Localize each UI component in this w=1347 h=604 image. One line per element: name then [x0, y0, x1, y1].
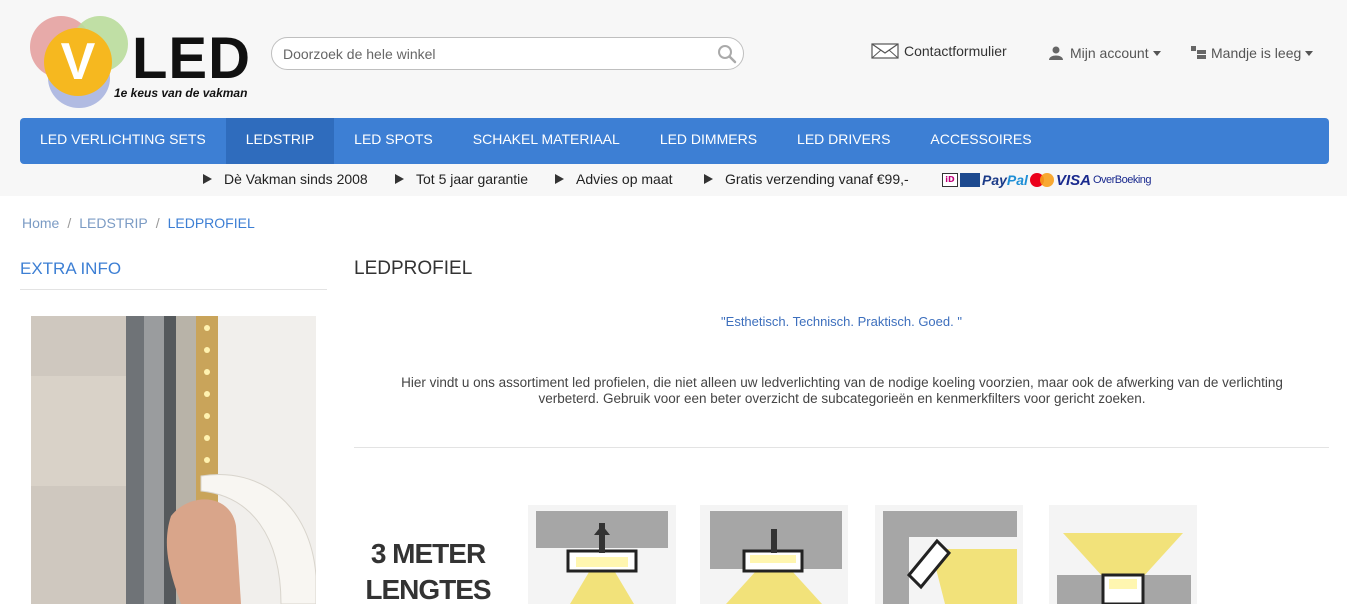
sidebar-image[interactable]	[31, 316, 316, 604]
visa-logo: VISA	[1055, 171, 1091, 189]
search-box	[271, 37, 744, 70]
search-icon[interactable]	[717, 44, 737, 64]
profile-image-recessed[interactable]	[700, 505, 848, 604]
tagline-quote: "Esthetisch. Technisch. Praktisch. Goed.…	[721, 314, 962, 329]
promo-lengths: 3 METER LENGTES	[358, 536, 498, 604]
logo-tagline: 1e keus van de vakman	[114, 86, 248, 100]
breadcrumb-current: LEDPROFIEL	[167, 215, 255, 231]
triangle-bullet-icon	[704, 174, 713, 184]
search-input[interactable]	[272, 38, 692, 69]
usp-text: Dè Vakman sinds 2008	[224, 171, 368, 187]
breadcrumb-home[interactable]: Home	[22, 215, 59, 231]
category-intro: Hier vindt u ons assortiment led profiel…	[358, 375, 1326, 407]
paypal-logo: PayPal	[982, 172, 1028, 188]
mastercard-icon	[1029, 173, 1054, 187]
nav-item-led-dimmers[interactable]: LED DIMMERS	[640, 118, 777, 164]
triangle-bullet-icon	[203, 174, 212, 184]
triangle-bullet-icon	[395, 174, 404, 184]
account-label: Mijn account	[1070, 45, 1149, 61]
chevron-down-icon	[1305, 50, 1314, 56]
nav-item-accessoires[interactable]: ACCESSOIRES	[910, 118, 1051, 164]
user-icon	[1049, 46, 1063, 60]
ideal-icon: iD	[942, 173, 958, 187]
nav-item-ledstrip[interactable]: LEDSTRIP	[225, 118, 335, 164]
envelope-icon	[871, 43, 899, 59]
breadcrumb-separator: /	[155, 215, 160, 231]
profile-image-floor[interactable]	[1049, 505, 1197, 604]
usp-item: Dè Vakman sinds 2008	[203, 171, 368, 187]
intro-line: verbeterd. Gebruik voor een beter overzi…	[538, 391, 1146, 406]
usp-text: Tot 5 jaar garantie	[416, 171, 529, 187]
account-menu[interactable]: Mijn account	[1049, 45, 1161, 61]
nav-item-led-verlichting-sets[interactable]: LED VERLICHTING SETS	[20, 118, 226, 164]
logo-letter: V	[60, 33, 96, 91]
page-title: LEDPROFIEL	[354, 258, 473, 279]
main-nav: LED VERLICHTING SETS LEDSTRIP LED SPOTS …	[20, 118, 1329, 164]
usp-item: Advies op maat	[555, 171, 673, 187]
usp-item: Gratis verzending vanaf €99,-	[704, 171, 909, 187]
contact-link[interactable]: Contactformulier	[871, 43, 1007, 59]
breadcrumb-separator: /	[67, 215, 72, 231]
cart-menu[interactable]: Mandje is leeg	[1191, 45, 1314, 61]
cart-icon	[1191, 46, 1206, 59]
sidebar-divider	[20, 289, 327, 290]
profile-image-surface[interactable]	[528, 505, 676, 604]
triangle-bullet-icon	[555, 174, 564, 184]
breadcrumb: Home / LEDSTRIP / LEDPROFIEL	[22, 215, 255, 231]
logo-wordmark: LED	[132, 26, 251, 91]
nav-item-schakel-materiaal[interactable]: SCHAKEL MATERIAAL	[453, 118, 640, 164]
profile-image-corner[interactable]	[875, 505, 1023, 604]
promo-line: LENGTES	[365, 574, 491, 604]
payment-logos: iD PayPal VISA OverBoeking	[942, 171, 1152, 189]
promo-line: 3 METER	[370, 538, 486, 569]
breadcrumb-ledstrip[interactable]: LEDSTRIP	[79, 215, 147, 231]
chevron-down-icon	[1152, 50, 1161, 56]
logo[interactable]: V LED 1e keus van de vakman	[28, 14, 250, 110]
ledstrip-photo	[31, 316, 316, 604]
cart-label: Mandje is leeg	[1211, 45, 1302, 61]
usp-text: Advies op maat	[576, 171, 673, 187]
bancontact-icon	[960, 173, 980, 187]
nav-item-led-spots[interactable]: LED SPOTS	[334, 118, 453, 164]
intro-line: Hier vindt u ons assortiment led profiel…	[401, 375, 1283, 390]
usp-item: Tot 5 jaar garantie	[395, 171, 528, 187]
content-divider	[354, 447, 1329, 448]
contact-label: Contactformulier	[904, 43, 1007, 59]
usp-text: Gratis verzending vanaf €99,-	[725, 171, 909, 187]
overboeking-logo: OverBoeking	[1092, 174, 1152, 186]
sidebar-title: EXTRA INFO	[20, 259, 122, 278]
nav-item-led-drivers[interactable]: LED DRIVERS	[777, 118, 910, 164]
